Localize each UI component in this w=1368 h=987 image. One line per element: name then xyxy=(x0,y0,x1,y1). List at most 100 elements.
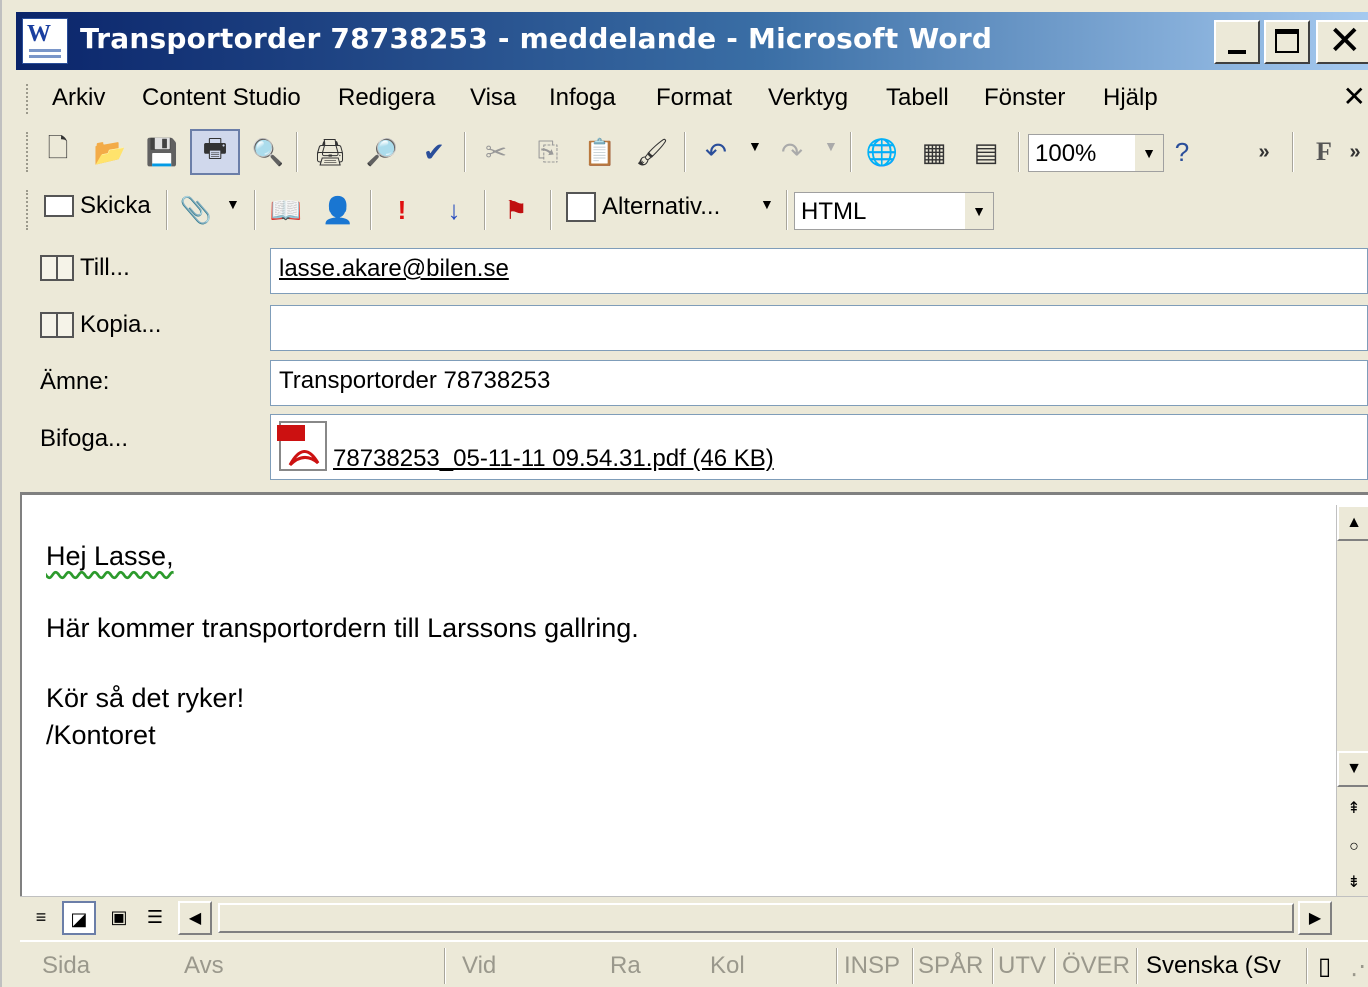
help-icon[interactable]: ? xyxy=(1162,132,1202,172)
status-language[interactable]: Svenska (Sv xyxy=(1146,952,1281,980)
scroll-up-icon[interactable]: ▲ xyxy=(1337,505,1368,541)
attachment-field[interactable]: 78738253_05-11-11 09.54.31.pdf (46 KB) xyxy=(270,414,1368,480)
menu-hjalp[interactable]: Hjälp xyxy=(1103,84,1158,112)
body-line-2: Kör så det ryker! xyxy=(46,683,245,713)
attach-dropdown-icon[interactable]: ▼ xyxy=(226,196,240,212)
research-icon[interactable]: 🔍 xyxy=(248,132,288,172)
status-separator xyxy=(1136,948,1138,984)
print-layout-icon[interactable]: ▣ xyxy=(102,901,136,935)
format-painter-icon[interactable]: 🖌 xyxy=(632,132,672,172)
menu-visa[interactable]: Visa xyxy=(470,84,516,112)
status-track-changes[interactable]: SPÅR xyxy=(918,952,983,980)
scroll-down-icon[interactable]: ▼ xyxy=(1337,751,1368,787)
menu-format[interactable]: Format xyxy=(656,84,732,112)
attachment-link[interactable]: 78738253_05-11-11 09.54.31.pdf (46 KB) xyxy=(333,445,774,473)
outline-view-icon[interactable]: ☰ xyxy=(138,901,172,935)
check-names-icon[interactable]: 👤 xyxy=(318,190,358,230)
undo-icon[interactable]: ↶ xyxy=(696,132,736,172)
scroll-left-icon[interactable]: ◀ xyxy=(178,901,212,935)
to-button[interactable]: Till... xyxy=(40,254,130,282)
menu-verktyg[interactable]: Verktyg xyxy=(768,84,848,112)
tables-borders-icon[interactable]: ▦ xyxy=(914,132,954,172)
permission-icon[interactable]: 🖶 xyxy=(190,129,240,175)
send-label: Skicka xyxy=(80,192,151,219)
status-page: Sida xyxy=(42,952,91,979)
menu-infoga[interactable]: Infoga xyxy=(549,84,616,112)
address-book-icon[interactable]: 📖 xyxy=(266,190,306,230)
importance-high-icon[interactable]: ! xyxy=(382,190,422,230)
insert-table-icon[interactable]: ▤ xyxy=(966,132,1006,172)
options-dropdown-icon[interactable]: ▼ xyxy=(760,196,774,212)
address-book-icon xyxy=(40,312,74,338)
redo-icon[interactable]: ↷ xyxy=(772,132,812,172)
new-document-icon[interactable]: 🗋 xyxy=(38,132,78,172)
copy-icon[interactable]: ⎘ xyxy=(528,132,568,172)
print-preview-icon[interactable]: 🔎 xyxy=(362,132,402,172)
status-separator xyxy=(992,948,994,984)
status-overtype[interactable]: ÖVER xyxy=(1062,952,1130,980)
status-extend[interactable]: UTV xyxy=(998,952,1046,980)
menu-arkiv[interactable]: Arkiv xyxy=(52,84,105,112)
resize-grip-icon[interactable]: ⋰ xyxy=(1350,952,1368,981)
toolbar-grip[interactable] xyxy=(26,190,30,230)
cut-icon[interactable]: ✂ xyxy=(476,132,516,172)
print-icon[interactable]: 🖨 xyxy=(310,132,350,172)
spelling-status-icon[interactable]: ▯ xyxy=(1318,952,1331,981)
toolbar-separator xyxy=(484,190,486,230)
message-body[interactable]: Hej Lasse, Här kommer transportordern ti… xyxy=(20,492,1368,938)
format-dropdown-icon[interactable]: ▼ xyxy=(965,193,993,229)
normal-view-icon[interactable]: ≡ xyxy=(24,901,58,935)
message-format-combo[interactable]: HTML ▼ xyxy=(794,192,994,230)
attach-file-icon[interactable]: 📎 xyxy=(176,190,216,230)
status-separator xyxy=(1054,948,1056,984)
cc-field[interactable] xyxy=(270,305,1368,351)
importance-low-icon[interactable]: ↓ xyxy=(434,190,474,230)
body-line-3: /Kontoret xyxy=(46,720,156,750)
menu-fonster[interactable]: Fönster xyxy=(984,84,1065,112)
to-field[interactable]: lasse.akare@bilen.se xyxy=(270,248,1368,294)
open-folder-icon[interactable]: 📂 xyxy=(90,132,130,172)
zoom-dropdown-icon[interactable]: ▼ xyxy=(1135,135,1163,171)
subject-label: Ämne: xyxy=(40,368,110,395)
select-browse-object-icon[interactable]: ○ xyxy=(1337,831,1368,867)
menu-redigera[interactable]: Redigera xyxy=(338,84,435,112)
insert-hyperlink-icon[interactable]: 🌐 xyxy=(862,132,902,172)
scroll-right-icon[interactable]: ▶ xyxy=(1298,901,1332,935)
word-app-icon[interactable]: W xyxy=(22,18,68,64)
attach-button[interactable]: Bifoga... xyxy=(40,425,128,453)
formatting-overflow-icon[interactable]: » xyxy=(1340,132,1368,172)
previous-page-icon[interactable]: ⇞ xyxy=(1337,793,1368,829)
menu-bar: Arkiv Content Studio Redigera Visa Infog… xyxy=(16,78,1368,120)
options-button[interactable]: Alternativ... xyxy=(566,192,720,222)
minimize-button[interactable] xyxy=(1214,20,1260,64)
horizontal-scroll-area: ≡ ◪ ▣ ☰ ◀ ▶ xyxy=(20,896,1368,938)
close-document-icon[interactable]: ✕ xyxy=(1343,80,1366,113)
save-icon[interactable]: 💾 xyxy=(142,132,182,172)
undo-dropdown-icon[interactable]: ▼ xyxy=(748,138,762,154)
zoom-combo[interactable]: 100% ▼ xyxy=(1028,134,1164,172)
toolbar-separator xyxy=(166,190,168,230)
maximize-button[interactable] xyxy=(1264,20,1310,64)
send-button[interactable]: Skicka xyxy=(44,192,151,220)
menu-grip[interactable] xyxy=(26,84,30,114)
status-record-macro[interactable]: INSP xyxy=(844,952,900,980)
menu-tabell[interactable]: Tabell xyxy=(886,84,949,112)
horizontal-scroll-thumb[interactable] xyxy=(218,903,1294,933)
spelling-icon[interactable]: ✔ xyxy=(414,132,454,172)
flag-icon[interactable]: ⚑ xyxy=(496,190,536,230)
web-layout-icon[interactable]: ◪ xyxy=(62,901,96,935)
vertical-scrollbar[interactable]: ▲ ▼ ⇞ ○ ⇟ xyxy=(1336,505,1368,903)
paste-icon[interactable]: 📋 xyxy=(580,132,620,172)
close-button[interactable]: ✕ xyxy=(1316,18,1368,64)
options-icon xyxy=(566,192,596,222)
toolbar-grip[interactable] xyxy=(26,132,30,172)
bold-icon[interactable]: F xyxy=(1304,132,1344,172)
toolbar-separator xyxy=(296,132,298,172)
toolbar-overflow-icon[interactable]: » xyxy=(1244,132,1284,172)
redo-dropdown-icon[interactable]: ▼ xyxy=(824,138,838,154)
subject-field[interactable]: Transportorder 78738253 xyxy=(270,360,1368,406)
cc-button[interactable]: Kopia... xyxy=(40,311,161,339)
pdf-icon xyxy=(277,421,327,471)
message-format-value: HTML xyxy=(801,198,867,225)
menu-content-studio[interactable]: Content Studio xyxy=(142,84,301,112)
